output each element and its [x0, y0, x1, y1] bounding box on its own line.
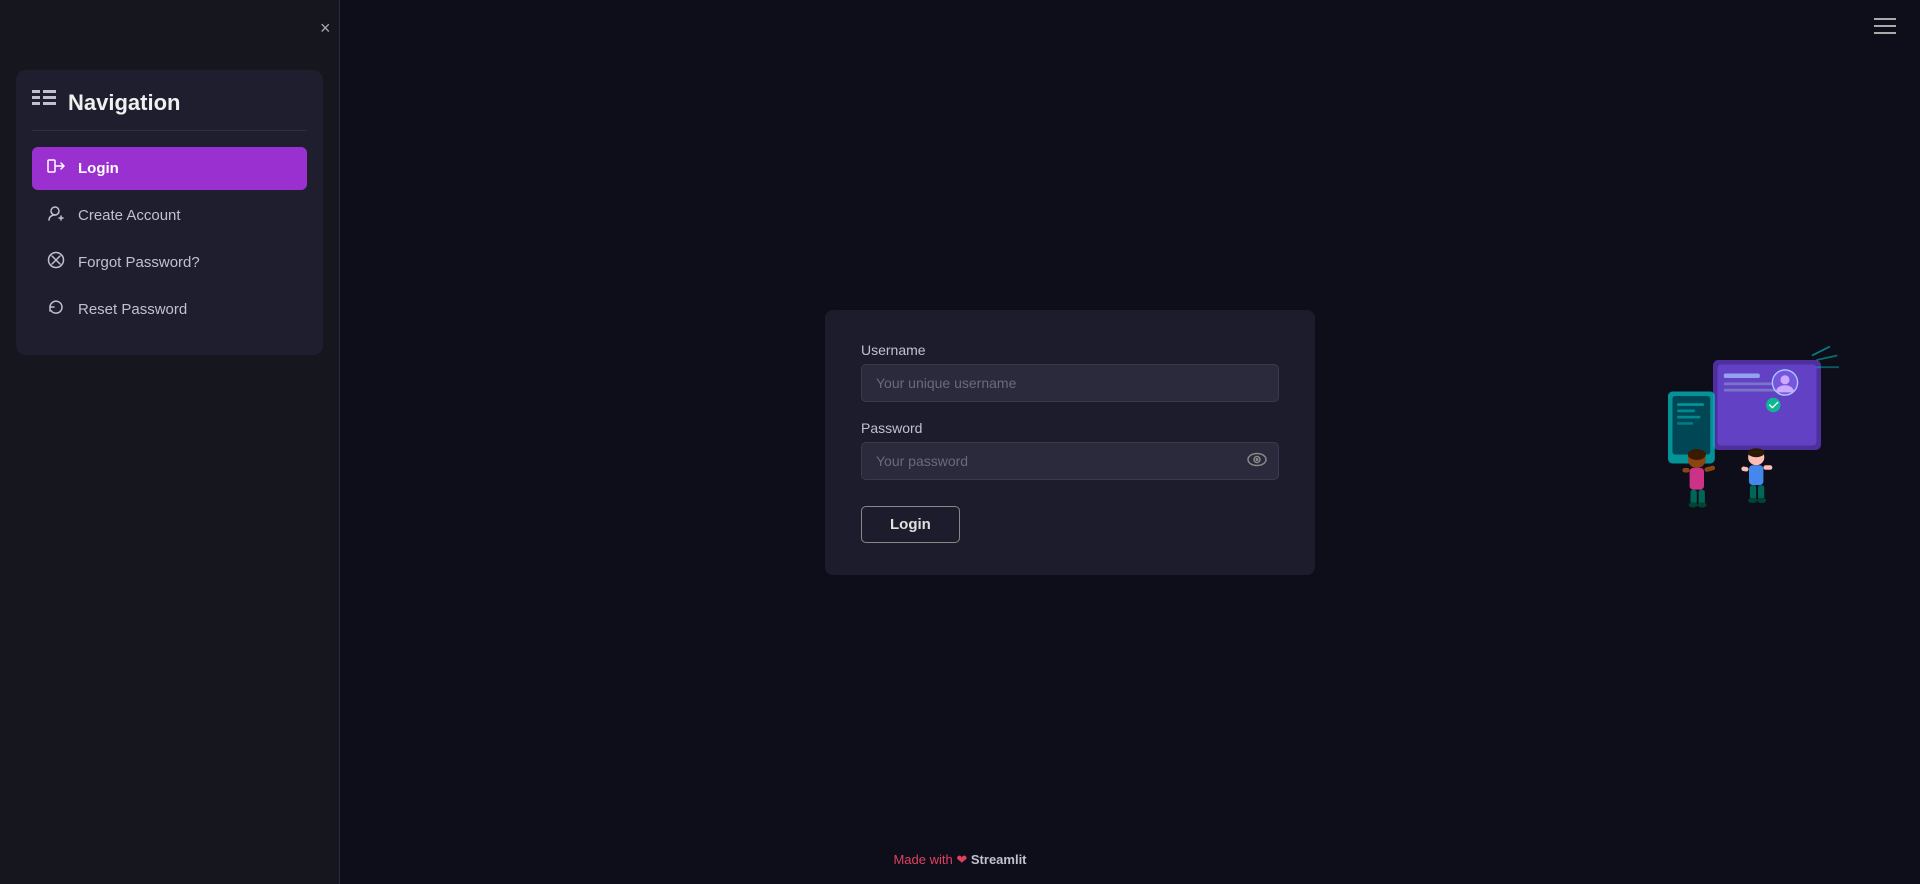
- hamburger-line-1: [1874, 18, 1896, 20]
- nav-header-icon: [32, 90, 56, 116]
- footer-heart: ❤: [956, 852, 967, 867]
- sidebar-login-label: Login: [78, 160, 119, 177]
- login-button[interactable]: Login: [861, 506, 960, 543]
- footer-prefix: Made with: [893, 852, 956, 867]
- close-button[interactable]: ×: [320, 18, 331, 39]
- login-card: Username Password Login: [825, 310, 1315, 575]
- login-icon: [46, 157, 66, 180]
- hamburger-button[interactable]: [1874, 18, 1896, 34]
- sidebar-item-login[interactable]: Login: [32, 147, 307, 190]
- sidebar-create-account-label: Create Account: [78, 207, 181, 224]
- password-wrapper: [861, 442, 1279, 480]
- username-group: Username: [861, 342, 1279, 402]
- nav-title: Navigation: [68, 90, 180, 116]
- password-group: Password: [861, 420, 1279, 480]
- username-input[interactable]: [861, 364, 1279, 402]
- sidebar-item-create-account[interactable]: Create Account: [32, 194, 307, 237]
- footer-brand: Streamlit: [971, 852, 1027, 867]
- create-account-icon: [46, 204, 66, 227]
- hamburger-line-2: [1874, 25, 1896, 27]
- forgot-password-icon: [46, 251, 66, 274]
- reset-password-icon: [46, 298, 66, 321]
- footer: Made with ❤ Streamlit: [893, 852, 1026, 868]
- show-password-icon[interactable]: [1247, 450, 1267, 471]
- sidebar-forgot-password-label: Forgot Password?: [78, 254, 200, 271]
- nav-panel: Navigation Login Create Account: [16, 70, 323, 355]
- sidebar: Navigation Login Create Account: [0, 0, 340, 884]
- main-content: Username Password Login: [340, 0, 1920, 884]
- password-input[interactable]: [861, 442, 1279, 480]
- password-label: Password: [861, 420, 1279, 436]
- illustration: [1640, 342, 1840, 542]
- nav-header: Navigation: [32, 90, 307, 131]
- sidebar-reset-password-label: Reset Password: [78, 301, 187, 318]
- sidebar-item-forgot-password[interactable]: Forgot Password?: [32, 241, 307, 284]
- sidebar-item-reset-password[interactable]: Reset Password: [32, 288, 307, 331]
- username-label: Username: [861, 342, 1279, 358]
- hamburger-line-3: [1874, 32, 1896, 34]
